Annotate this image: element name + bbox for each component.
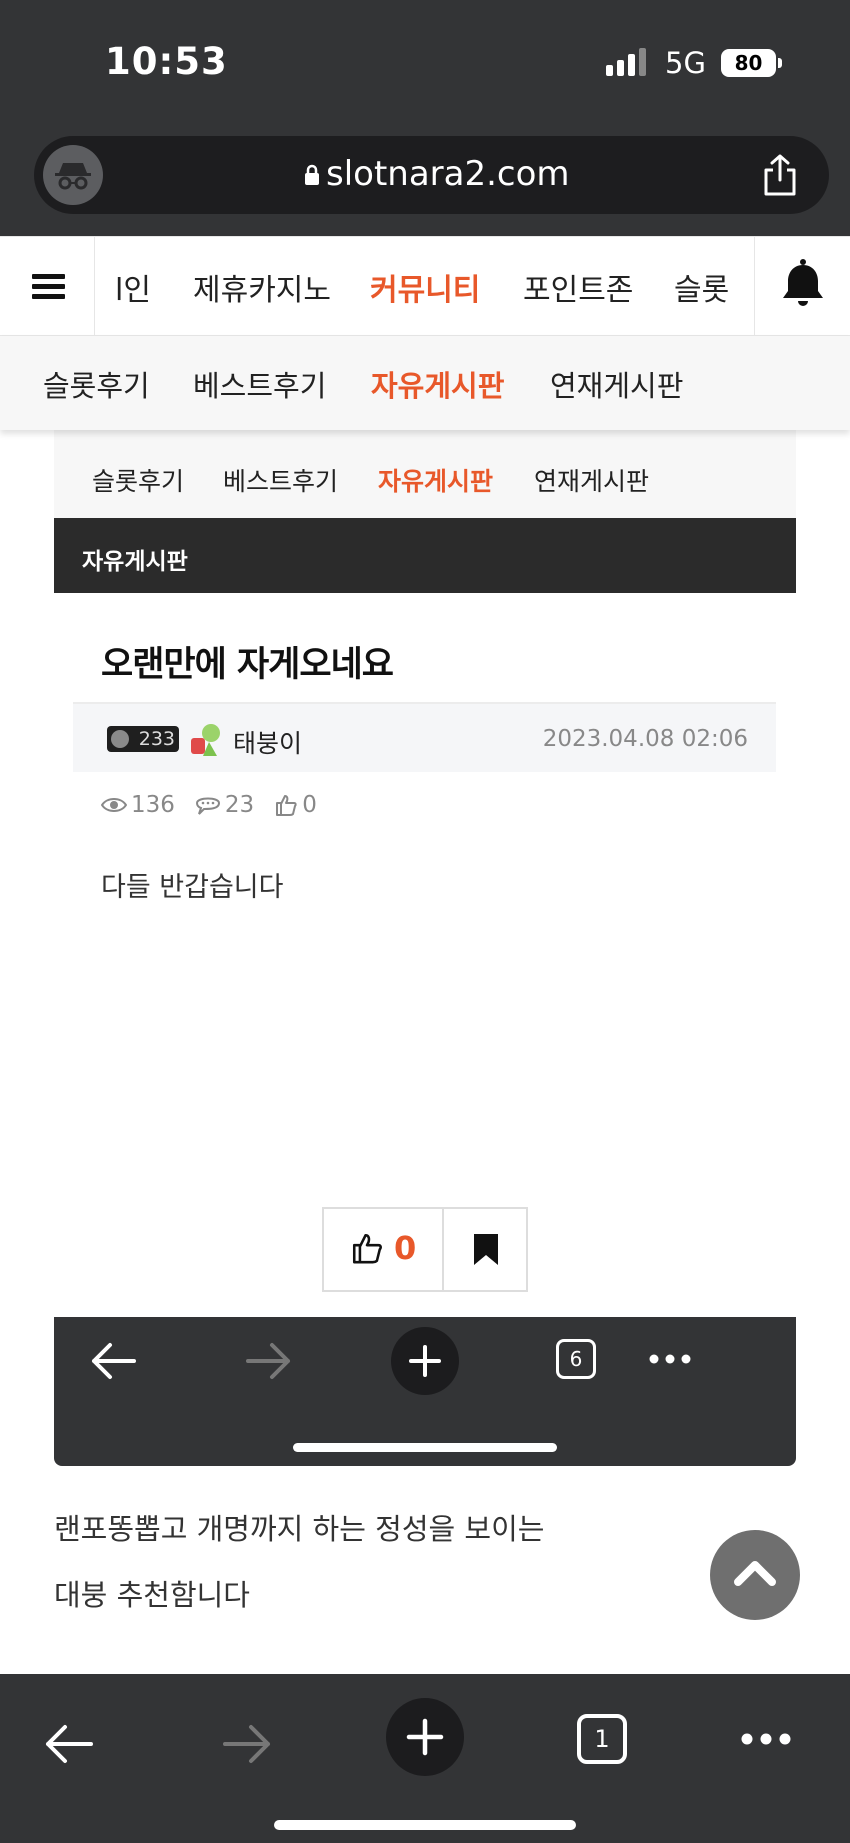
level-badge: 233 bbox=[107, 726, 179, 752]
post-title: 오랜만에 자게오네요 bbox=[101, 645, 394, 685]
browser-chrome: 10:53 5G 80 slotnara2.com bbox=[0, 0, 850, 236]
battery-tip bbox=[778, 58, 782, 68]
inner-subnav-item: 베스트후기 bbox=[223, 467, 339, 496]
vote-box: 0 bbox=[322, 1207, 528, 1292]
thumbs-up-icon bbox=[352, 1233, 382, 1264]
subnav-series-board[interactable]: 연재게시판 bbox=[550, 363, 683, 405]
forward-button[interactable] bbox=[222, 1722, 272, 1766]
menu-icon[interactable] bbox=[0, 237, 95, 337]
incognito-icon[interactable] bbox=[43, 145, 103, 205]
post-stats: 136 23 0 bbox=[101, 790, 337, 820]
more-button[interactable] bbox=[740, 1732, 792, 1746]
forward-icon bbox=[246, 1343, 290, 1379]
inner-subnav-item: 자유게시판 bbox=[378, 467, 494, 496]
post-date: 2023.04.08 02:06 bbox=[542, 726, 748, 752]
like-button: 0 bbox=[324, 1209, 444, 1290]
comment-icon bbox=[195, 797, 220, 815]
comment-line-2: 대붕 추천함니다 bbox=[54, 1578, 250, 1612]
new-tab-icon bbox=[391, 1327, 459, 1395]
nav-item-slot[interactable]: 슬롯 bbox=[674, 265, 729, 309]
likes-stat: 0 bbox=[274, 792, 317, 818]
comments-stat: 23 bbox=[195, 792, 254, 818]
avatar bbox=[191, 724, 220, 756]
inner-subnav-item: 연재게시판 bbox=[534, 467, 650, 496]
share-icon[interactable] bbox=[761, 154, 799, 196]
bookmark-icon bbox=[474, 1234, 498, 1265]
scroll-top-button[interactable] bbox=[710, 1530, 800, 1620]
back-button[interactable] bbox=[44, 1722, 94, 1766]
network-label: 5G bbox=[665, 46, 706, 80]
chevron-up-icon bbox=[734, 1561, 776, 1586]
home-indicator bbox=[274, 1820, 576, 1830]
browser-toolbar: 1 bbox=[0, 1674, 850, 1843]
board-title-bar: 자유게시판 bbox=[54, 518, 796, 593]
new-tab-button[interactable] bbox=[386, 1698, 464, 1776]
inner-subnav-item: 슬롯후기 bbox=[92, 467, 185, 496]
inner-subnav: 슬롯후기 베스트후기 자유게시판 연재게시판 bbox=[54, 430, 796, 518]
nav-item-login[interactable]: l인 bbox=[115, 265, 151, 309]
more-icon bbox=[649, 1354, 691, 1364]
status-time: 10:53 bbox=[105, 40, 228, 83]
post-body: 다들 반갑습니다 bbox=[101, 872, 284, 903]
tabs-button[interactable]: 1 bbox=[577, 1714, 627, 1764]
subnav-slot-review[interactable]: 슬롯후기 bbox=[43, 363, 150, 405]
board-subnav: 슬롯후기 베스트후기 자유게시판 연재게시판 bbox=[0, 336, 850, 430]
lock-icon bbox=[305, 164, 319, 185]
board-title: 자유게시판 bbox=[82, 549, 188, 575]
post-author: 태붕이 bbox=[233, 729, 303, 758]
nav-item-community[interactable]: 커뮤니티 bbox=[370, 265, 480, 309]
tabs-icon: 6 bbox=[556, 1339, 596, 1379]
eye-icon bbox=[101, 798, 127, 812]
signal-icon bbox=[606, 48, 646, 76]
nav-item-casino[interactable]: 제휴카지노 bbox=[193, 265, 331, 309]
bell-icon[interactable] bbox=[754, 237, 850, 337]
site-nav: l인 제휴카지노 커뮤니티 포인트존 슬롯 bbox=[0, 236, 850, 337]
subnav-best-review[interactable]: 베스트후기 bbox=[193, 363, 326, 405]
subnav-free-board[interactable]: 자유게시판 bbox=[371, 363, 504, 405]
views-stat: 136 bbox=[101, 792, 175, 818]
nav-item-points[interactable]: 포인트존 bbox=[523, 265, 633, 309]
inner-browser-toolbar: 6 bbox=[54, 1317, 796, 1466]
embedded-screenshot: 슬롯후기 베스트후기 자유게시판 연재게시판 자유게시판 오랜만에 자게오네요 … bbox=[54, 430, 796, 1466]
post-meta: 233 태붕이 2023.04.08 02:06 bbox=[73, 702, 776, 772]
battery-icon: 80 bbox=[721, 49, 776, 77]
back-icon bbox=[92, 1343, 136, 1379]
url-text[interactable]: slotnara2.com bbox=[326, 154, 570, 194]
vote-count: 0 bbox=[394, 1229, 417, 1267]
tab-count: 1 bbox=[594, 1725, 610, 1753]
plus-icon bbox=[406, 1718, 444, 1756]
inner-home-indicator bbox=[293, 1443, 557, 1452]
comment-line-1: 랜포똥뽑고 개명까지 하는 정성을 보이는 bbox=[54, 1512, 545, 1546]
address-bar[interactable]: slotnara2.com bbox=[34, 136, 829, 214]
nav-items: l인 제휴카지노 커뮤니티 포인트존 슬롯 bbox=[95, 237, 754, 337]
thumbs-up-icon bbox=[276, 795, 297, 816]
